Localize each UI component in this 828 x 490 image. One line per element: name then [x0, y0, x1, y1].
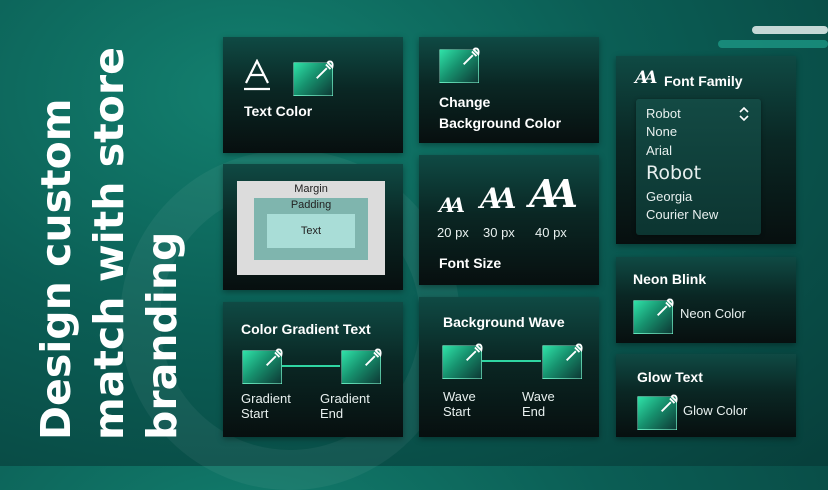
wave-connector-line: [482, 360, 541, 362]
headline: Design custom match with store branding: [30, 20, 189, 440]
decorative-bar: [752, 26, 828, 34]
gradient-end-label: Gradient: [320, 391, 370, 406]
glow-color-picker[interactable]: [637, 394, 678, 430]
font-size-icon-large: AA: [529, 171, 578, 216]
font-size-icon-medium: AA: [480, 182, 517, 215]
gradient-connector-line: [282, 365, 340, 367]
eyedropper-icon: [316, 60, 334, 79]
wave-start-label: Wave: [443, 389, 476, 404]
box-model-card: Margin Padding Text: [223, 164, 403, 290]
gradient-text-card: Color Gradient Text Gradient Start Gradi…: [223, 302, 403, 437]
eyedropper-icon: [657, 298, 674, 316]
content-label: Text: [300, 225, 322, 237]
neon-blink-card: Neon Blink Neon Color: [616, 257, 796, 343]
chevron-updown-icon[interactable]: [739, 107, 749, 121]
headline-line: branding: [138, 231, 186, 440]
gradient-text-title: Color Gradient Text: [241, 321, 371, 337]
font-family-dropdown[interactable]: Robot None Arial Robot Georgia Courier N…: [636, 99, 761, 235]
padding-label: Padding: [290, 199, 332, 211]
gradient-start-label: Start: [241, 406, 269, 421]
margin-label: Margin: [294, 183, 328, 195]
font-size-icon-small: AA: [439, 193, 465, 217]
eyedropper-icon: [463, 47, 480, 65]
font-family-icon: AA: [635, 68, 657, 88]
background-wave-card: Background Wave Wave Start Wave End: [419, 297, 599, 437]
font-size-option-20[interactable]: 20 px: [437, 225, 469, 240]
content-box: Text: [267, 214, 355, 248]
neon-color-label: Neon Color: [680, 306, 746, 321]
font-size-option-40[interactable]: 40 px: [535, 225, 567, 240]
gradient-end-label: End: [320, 406, 344, 421]
gradient-start-label: Gradient: [241, 391, 291, 406]
background-color-picker[interactable]: [439, 47, 480, 83]
wave-end-picker[interactable]: [542, 343, 583, 379]
text-color-label: Text Color: [244, 103, 313, 119]
font-option-robot[interactable]: Robot: [646, 162, 701, 184]
font-family-title: Font Family: [664, 73, 743, 89]
font-size-option-30[interactable]: 30 px: [483, 225, 515, 240]
background-color-label-line1: Change: [439, 94, 491, 110]
font-option-courier-new[interactable]: Courier New: [646, 207, 718, 222]
decorative-bar: [718, 40, 828, 48]
wave-start-picker[interactable]: [442, 343, 483, 379]
neon-blink-title: Neon Blink: [633, 271, 707, 287]
eyedropper-icon: [566, 343, 583, 361]
headline-line: match with store: [85, 47, 133, 440]
font-family-selected-value[interactable]: Robot: [646, 106, 681, 121]
background-wave-title: Background Wave: [443, 314, 565, 330]
glow-color-label: Glow Color: [683, 403, 748, 418]
text-color-picker[interactable]: [293, 60, 334, 96]
wave-end-label: End: [522, 404, 546, 419]
font-size-card: AA AA AA 20 px 30 px 40 px Font Size: [419, 155, 599, 285]
font-size-title: Font Size: [439, 255, 502, 271]
eyedropper-icon: [661, 394, 678, 412]
gradient-end-picker[interactable]: [341, 348, 382, 384]
background-color-label-line2: Background Color: [439, 115, 562, 131]
wave-end-label: Wave: [522, 389, 555, 404]
font-family-card: AA Font Family Robot None Arial Robot Ge…: [616, 56, 796, 244]
neon-color-picker[interactable]: [633, 298, 674, 334]
text-color-icon: [244, 59, 270, 91]
wave-start-label: Start: [443, 404, 471, 419]
background-color-card: Change Background Color: [419, 37, 599, 143]
padding-box: Padding Text: [254, 198, 368, 260]
gradient-start-picker[interactable]: [242, 348, 283, 384]
margin-box: Margin Padding Text: [237, 181, 385, 275]
headline-line: Design custom: [32, 98, 80, 441]
font-option-georgia[interactable]: Georgia: [646, 189, 692, 204]
eyedropper-icon: [365, 348, 382, 366]
text-color-card: Text Color: [223, 37, 403, 153]
glow-text-card: Glow Text Glow Color: [616, 354, 796, 437]
font-option-none[interactable]: None: [646, 124, 677, 139]
font-option-arial[interactable]: Arial: [646, 143, 672, 158]
glow-text-title: Glow Text: [637, 369, 703, 385]
